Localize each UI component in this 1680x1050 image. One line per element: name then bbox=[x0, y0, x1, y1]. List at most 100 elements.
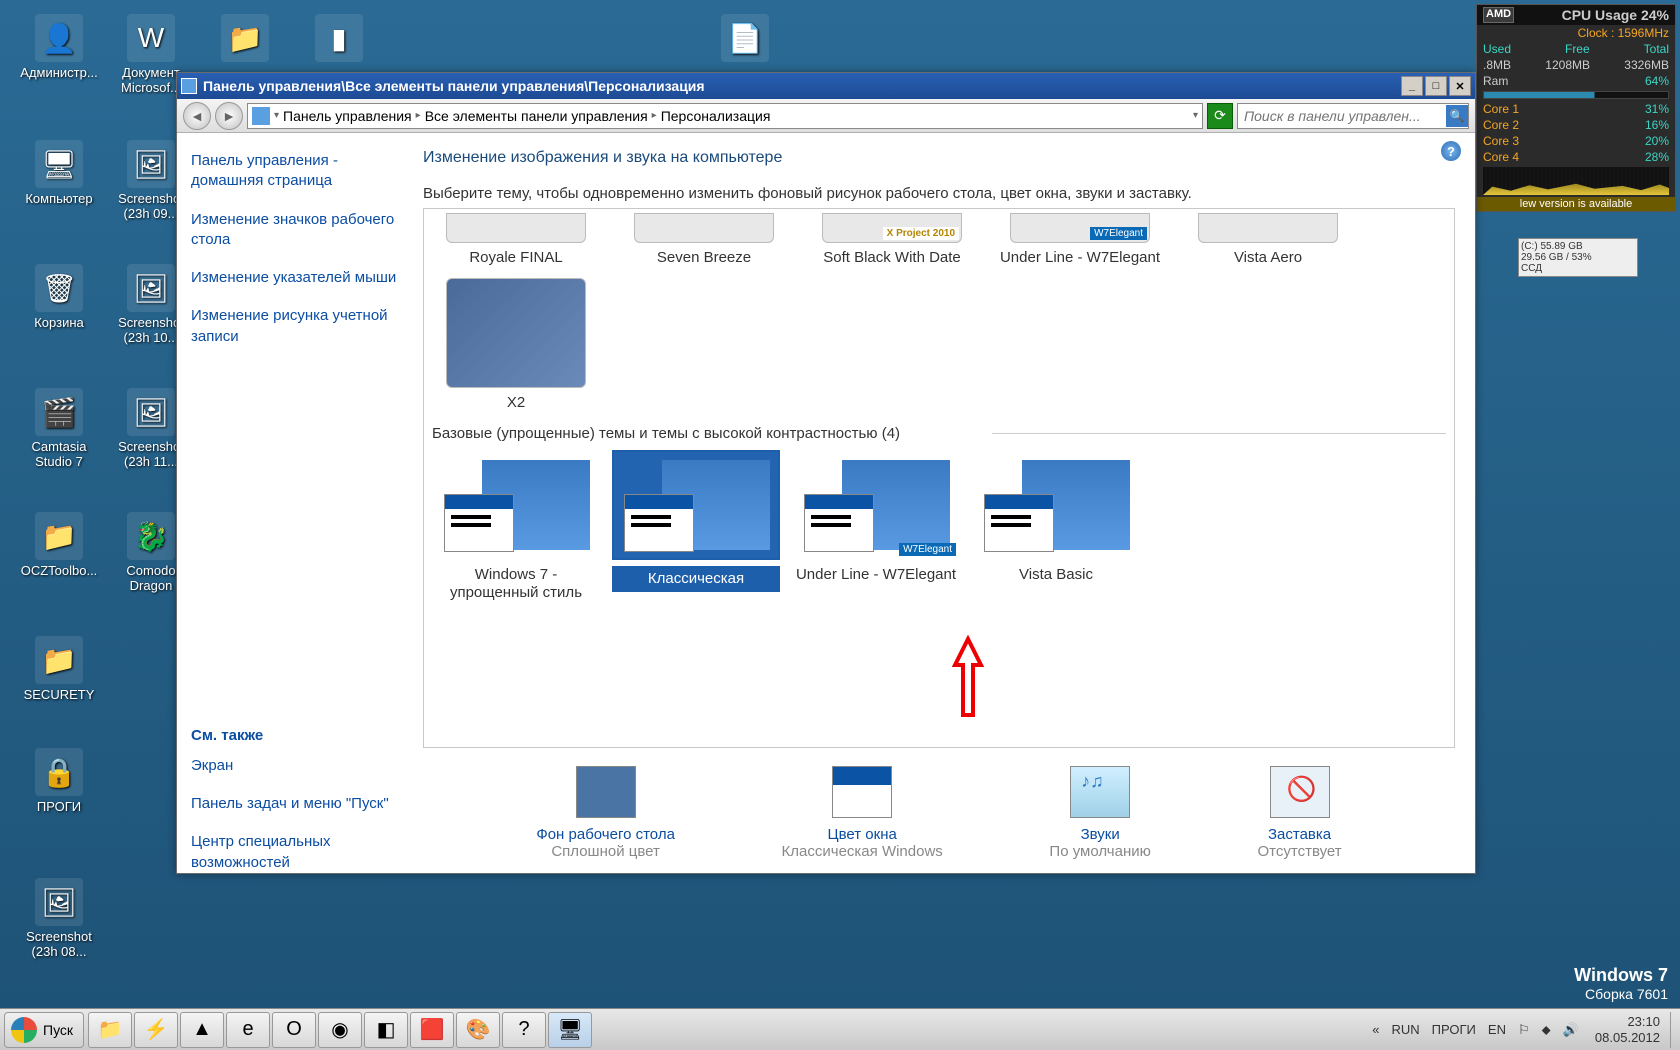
taskbar-opera[interactable]: O bbox=[272, 1012, 316, 1048]
file-icon: 🖥 bbox=[35, 140, 83, 188]
breadcrumb-seg[interactable]: Персонализация bbox=[657, 108, 775, 124]
theme-label: Under Line - W7Elegant bbox=[996, 249, 1164, 268]
desktop-icon-label: Компьютер bbox=[14, 192, 104, 207]
page-title: Изменение изображения и звука на компьют… bbox=[423, 149, 1455, 167]
taskbar-chrome[interactable]: ◉ bbox=[318, 1012, 362, 1048]
taskbar-app2[interactable]: 🟥 bbox=[410, 1012, 454, 1048]
desktop-icon[interactable]: 🖥 Компьютер bbox=[14, 140, 104, 207]
file-icon: 🖼 bbox=[35, 878, 83, 926]
close-button[interactable]: ✕ bbox=[1449, 76, 1471, 96]
theme-item[interactable]: Классическая bbox=[612, 450, 780, 604]
breadcrumb-seg[interactable]: Панель управления bbox=[279, 108, 416, 124]
tray-progi[interactable]: ПРОГИ bbox=[1426, 1022, 1482, 1037]
breadcrumb[interactable]: ▾ Панель управления▸ Все элементы панели… bbox=[247, 103, 1203, 129]
theme-item[interactable]: Royale FINAL bbox=[432, 213, 600, 268]
theme-item[interactable]: Vista Aero bbox=[1184, 213, 1352, 268]
taskbar-help[interactable]: ? bbox=[502, 1012, 546, 1048]
titlebar[interactable]: Панель управления\Все элементы панели уп… bbox=[177, 73, 1475, 99]
theme-item[interactable]: X Project 2010 Soft Black With Date bbox=[808, 213, 976, 268]
theme-label: Royale FINAL bbox=[432, 249, 600, 268]
theme-label: Vista Basic bbox=[972, 566, 1140, 585]
theme-item[interactable]: Seven Breeze bbox=[620, 213, 788, 268]
nav-back-button[interactable]: ◄ bbox=[183, 102, 211, 130]
tray-lang[interactable]: EN bbox=[1482, 1022, 1512, 1037]
personalization-option[interactable]: Фон рабочего столаСплошной цвет bbox=[536, 766, 675, 860]
new-version-link[interactable]: lew version is available bbox=[1477, 197, 1675, 211]
breadcrumb-seg[interactable]: Все элементы панели управления bbox=[421, 108, 652, 124]
page-subtitle: Выберите тему, чтобы одновременно измени… bbox=[423, 185, 1455, 202]
option-icon bbox=[576, 766, 636, 818]
personalization-option[interactable]: ЗаставкаОтсутствует bbox=[1258, 766, 1342, 860]
sidebar-link-pointers[interactable]: Изменение указателей мыши bbox=[191, 268, 401, 288]
start-button[interactable]: Пуск bbox=[4, 1012, 84, 1048]
taskbar-paint[interactable]: 🎨 bbox=[456, 1012, 500, 1048]
tray-clock[interactable]: 23:1008.05.2012 bbox=[1585, 1014, 1670, 1045]
option-title: Фон рабочего стола bbox=[536, 826, 675, 843]
taskbar-ie[interactable]: e bbox=[226, 1012, 270, 1048]
theme-item[interactable]: Windows 7 - упрощенный стиль bbox=[432, 450, 600, 604]
maximize-button[interactable]: □ bbox=[1425, 76, 1447, 96]
taskbar-vlc[interactable]: ▲ bbox=[180, 1012, 224, 1048]
search-icon[interactable]: 🔍 bbox=[1446, 105, 1468, 127]
taskbar[interactable]: Пуск 📁 ⚡ ▲ e O ◉ ◧ 🟥 🎨 ? 🖥 « RUN ПРОГИ E… bbox=[0, 1008, 1680, 1050]
tray-flag-icon[interactable]: ⚐ bbox=[1512, 1022, 1536, 1038]
desktop-icon-label: Screenshot (23h 08... bbox=[14, 930, 104, 960]
theme-item[interactable]: W7ElegantUnder Line - W7Elegant bbox=[996, 213, 1164, 268]
desktop-icon[interactable]: 👤Администр... bbox=[14, 14, 104, 81]
desktop-icon[interactable]: 📁SECURETY bbox=[14, 636, 104, 703]
search-box[interactable]: 🔍 bbox=[1237, 103, 1469, 129]
basic-themes-header: Базовые (упрощенные) темы и темы с высок… bbox=[432, 425, 1446, 442]
option-icon bbox=[832, 766, 892, 818]
seealso-accessibility[interactable]: Центр специальных возможностей bbox=[191, 832, 401, 873]
window-title: Панель управления\Все элементы панели уп… bbox=[203, 78, 1401, 94]
theme-item[interactable]: Vista Basic bbox=[972, 450, 1140, 604]
option-value: Сплошной цвет bbox=[536, 843, 675, 860]
tray-shield-icon[interactable]: ⬥ bbox=[1536, 1022, 1557, 1038]
sidebar-link-account-pic[interactable]: Изменение рисунка учетной записи bbox=[191, 306, 401, 347]
theme-label: Soft Black With Date bbox=[808, 249, 976, 268]
desktop-icon[interactable]: ▮ bbox=[294, 14, 384, 66]
theme-label: Windows 7 - упрощенный стиль bbox=[432, 566, 600, 604]
nav-forward-button[interactable]: ► bbox=[215, 102, 243, 130]
file-icon: 📁 bbox=[35, 636, 83, 684]
ram-bar bbox=[1483, 91, 1669, 99]
theme-badge: X Project 2010 bbox=[883, 227, 959, 240]
tray-chevron-icon[interactable]: « bbox=[1366, 1022, 1385, 1037]
desktop-icon[interactable]: 🖼 Screenshot (23h 08... bbox=[14, 878, 104, 960]
tray-volume-icon[interactable]: 🔊 bbox=[1557, 1022, 1585, 1038]
desktop-icon[interactable]: 🎬Camtasia Studio 7 bbox=[14, 388, 104, 470]
personalization-option[interactable]: ЗвукиПо умолчанию bbox=[1049, 766, 1150, 860]
seealso-display[interactable]: Экран bbox=[191, 756, 401, 776]
cpu-graph bbox=[1483, 167, 1669, 195]
personalization-option[interactable]: Цвет окнаКлассическая Windows bbox=[782, 766, 943, 860]
desktop-icon[interactable]: 📄 bbox=[700, 14, 790, 66]
seealso-taskbar[interactable]: Панель задач и меню "Пуск" bbox=[191, 794, 401, 814]
desktop-icon[interactable]: 📁 bbox=[200, 14, 290, 66]
taskbar-daemon[interactable]: ⚡ bbox=[134, 1012, 178, 1048]
option-value: Отсутствует bbox=[1258, 843, 1342, 860]
taskbar-explorer[interactable]: 📁 bbox=[88, 1012, 132, 1048]
option-icon bbox=[1270, 766, 1330, 818]
theme-item[interactable]: W7ElegantUnder Line - W7Elegant bbox=[792, 450, 960, 604]
sidebar: Панель управления - домашняя страница Из… bbox=[177, 133, 415, 873]
option-title: Звуки bbox=[1049, 826, 1150, 843]
desktop-icon[interactable]: 🗑Корзина bbox=[14, 264, 104, 331]
taskbar-personalization[interactable]: 🖥 bbox=[548, 1012, 592, 1048]
taskbar-app[interactable]: ◧ bbox=[364, 1012, 408, 1048]
minimize-button[interactable]: _ bbox=[1401, 76, 1423, 96]
desktop-icon[interactable]: 📁OCZToolbo... bbox=[14, 512, 104, 579]
desktop-icon[interactable]: 🔒ПРОГИ bbox=[14, 748, 104, 815]
theme-item[interactable]: X2 bbox=[432, 278, 600, 413]
start-orb-icon bbox=[11, 1017, 37, 1043]
refresh-button[interactable]: ⟳ bbox=[1207, 103, 1233, 129]
desktop-icon-label: Корзина bbox=[14, 316, 104, 331]
file-icon: 🖼 bbox=[127, 264, 175, 312]
search-input[interactable] bbox=[1238, 108, 1446, 124]
sidebar-link-icons[interactable]: Изменение значков рабочего стола bbox=[191, 210, 401, 251]
sidebar-link-home[interactable]: Панель управления - домашняя страница bbox=[191, 151, 401, 192]
show-desktop-button[interactable] bbox=[1670, 1012, 1680, 1048]
desktop-icon-label: ПРОГИ bbox=[14, 800, 104, 815]
tray-run[interactable]: RUN bbox=[1386, 1022, 1426, 1037]
file-icon: 🎬 bbox=[35, 388, 83, 436]
file-icon: 📁 bbox=[35, 512, 83, 560]
